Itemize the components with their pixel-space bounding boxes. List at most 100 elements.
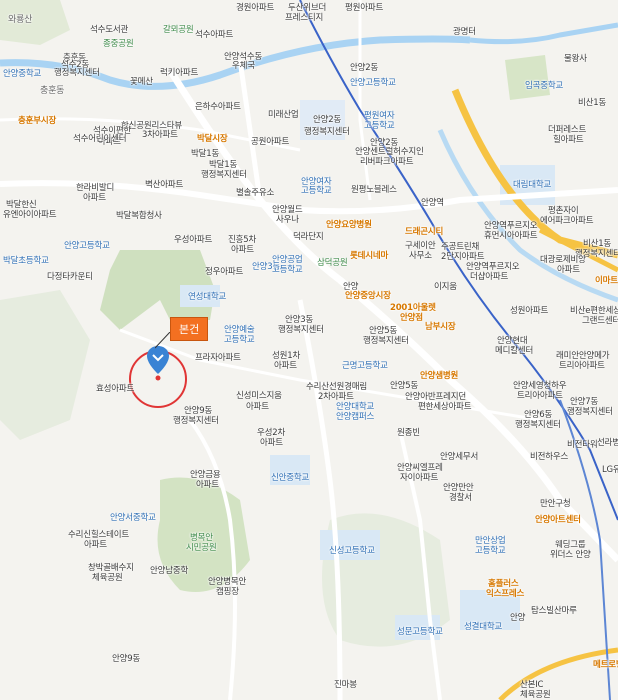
park-area <box>0 290 90 440</box>
map-label: 대광로제비앙 <box>540 255 586 265</box>
map-label: 석수아파트 <box>195 30 234 40</box>
map-label: 리버파크아파트 <box>360 157 414 167</box>
map-label: 안양고등학교 <box>64 241 110 251</box>
map-label: 안양공업 <box>272 255 303 265</box>
map-label: 행정복지센터 <box>173 416 219 426</box>
map-label: 안양병목안 <box>208 577 247 587</box>
map-label: 안양3동 <box>285 315 314 325</box>
map-label: 충훈부시장 <box>18 116 57 126</box>
map-label: 행정복지센터 <box>54 68 100 78</box>
map-label: 안양서중학교 <box>110 513 156 523</box>
map-label: 안양역 <box>421 198 444 208</box>
map-label: 안양점 <box>400 313 423 323</box>
map-label: 고등학교 <box>224 335 255 345</box>
map-label: 홈플러스 <box>488 579 519 589</box>
map-label: 와룡산 <box>8 15 33 25</box>
map-label: LG유 <box>602 465 618 475</box>
map-label: 대림대학교 <box>513 180 552 190</box>
map-label: 창박골배수지 <box>88 563 134 573</box>
map-label: 고등학교 <box>475 546 506 556</box>
map-label: 고등학교 <box>301 186 332 196</box>
map-label: 우체국 <box>232 61 255 71</box>
map-label: 유엔아이아파트 <box>3 210 57 220</box>
map-label: 구세이안 <box>405 241 436 251</box>
map-label: 만안구청 <box>540 499 571 509</box>
map-label: 성결대학교 <box>464 622 503 632</box>
park-area <box>505 55 550 100</box>
map-label: 안양현대 <box>497 336 528 346</box>
map-label: 진흥5차 <box>228 235 257 245</box>
map-label: 프라자아파트 <box>195 353 241 363</box>
map-label: 꽃메산 <box>130 77 153 87</box>
map-label: 아파트 <box>246 402 269 412</box>
map-label: 아파트 <box>231 245 254 255</box>
map-label: 안양요양병원 <box>326 220 372 230</box>
map-label: 탐스빌산마루 <box>531 606 577 616</box>
map-label: 안양씨엘프레 <box>397 463 443 473</box>
map-label: 더퍼레스트 <box>548 125 587 135</box>
map-label: 고등학교 <box>272 265 303 275</box>
map-label: 웨딩그룹 <box>555 540 586 550</box>
map-label: 행정복지센터 <box>278 325 324 335</box>
map-label: 행정복지센터 <box>515 420 561 430</box>
map-label: 수리산선원경매림 <box>306 382 367 392</box>
map-label: 안양9동 <box>112 654 141 664</box>
map-label: 아파트 <box>84 540 107 550</box>
map-label: 아파트 <box>274 361 297 371</box>
map-label: 비산e편한세상 <box>570 306 618 316</box>
highway <box>498 647 618 700</box>
map-label: 별솔주유소 <box>236 188 275 198</box>
map-label: 행정복지센터 <box>201 170 247 180</box>
map-label: 평원여자 <box>364 111 395 121</box>
map-label: 석수도서관 <box>90 25 129 35</box>
map-label: 드래곤시티 <box>405 227 444 237</box>
map-label: 에어파크아파트 <box>540 216 594 226</box>
map-label: 아파트 <box>196 480 219 490</box>
map-label: 안양캠퍼스 <box>336 412 375 422</box>
map-label: 병목안 <box>190 533 213 543</box>
map-label: 안양 <box>510 613 526 623</box>
map-label: 박달1동 <box>209 160 238 170</box>
map-label: 안양중앙시장 <box>345 291 391 301</box>
map-label: 럭키아파트 <box>160 68 199 78</box>
map-label: 안양2동 <box>350 63 379 73</box>
map-label: 그랜드센터 <box>582 316 618 326</box>
map-label: 프레스티지 <box>285 13 324 23</box>
map-label: 광명터 <box>453 27 476 37</box>
map-label: 안양세무서 <box>440 452 479 462</box>
map-label: 평촌자이 <box>548 206 579 216</box>
map-label: 안양6동 <box>524 410 553 420</box>
map-label: 비산1동 <box>583 239 612 249</box>
map-label: 미래산업 <box>268 110 299 120</box>
map-label: 성문고등학교 <box>397 627 443 637</box>
map-label: 안양금용 <box>190 470 221 480</box>
map-label: 안양역푸르지오 <box>484 221 538 231</box>
map-canvas[interactable]: 본건 와룡산 석수도서관 갈뫼공원 석수아파트 경원아파트 두산위브더 프레스티지 평원아파트… <box>0 0 618 700</box>
map-label: 안양아트센터 <box>535 515 581 525</box>
map-label: 공원아파트 <box>251 137 290 147</box>
map-label: 비전타워 <box>567 440 598 450</box>
map-label: 안양센트럴허수지인 <box>355 147 424 157</box>
map-label: 안양5동 <box>369 326 398 336</box>
callout-label: 본건 <box>179 323 200 336</box>
map-label: 아파트 <box>83 193 106 203</box>
map-label: 박달한신 <box>6 200 37 210</box>
map-label: 롯데시네마 <box>350 251 389 261</box>
map-label: 2001아울렛 <box>390 303 436 313</box>
map-label: 3차아파트 <box>142 130 178 140</box>
map-label: 임곡중학교 <box>525 81 564 91</box>
map-label: 체육공원 <box>92 573 123 583</box>
map-label: 안양월드 <box>272 205 303 215</box>
map-label: 안양5동 <box>390 381 419 391</box>
map-label: 메트로병 <box>593 660 618 670</box>
map-label: 수리신힐스테이트 <box>68 530 129 540</box>
map-label: 행정복지센터 <box>567 407 613 417</box>
map-label: 신안중학교 <box>271 473 310 483</box>
map-label: 이마트 <box>595 276 618 286</box>
map-label: 시민공원 <box>186 543 217 553</box>
map-label: 원평노블레스 <box>351 185 397 195</box>
map-label: 안양대학교 <box>336 402 375 412</box>
map-label: 박달시장 <box>197 134 228 144</box>
map-label: 안양만안 <box>443 483 474 493</box>
road-minor <box>358 0 372 201</box>
